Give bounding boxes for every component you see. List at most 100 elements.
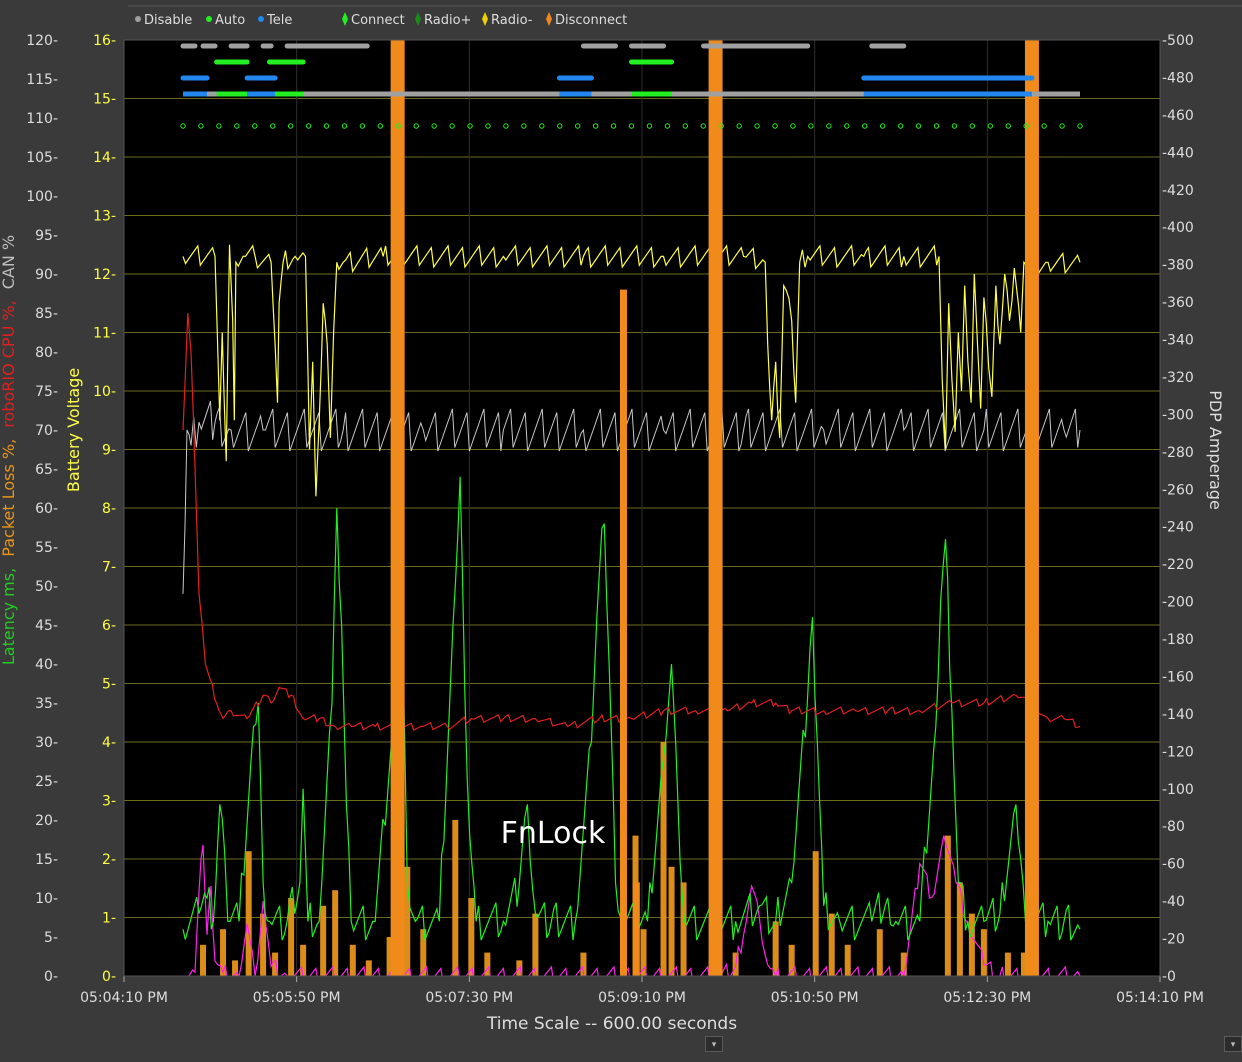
left-outer-tick-label: 5-: [44, 930, 58, 946]
left-outer-tick-label: 20-: [35, 813, 58, 829]
left-outer-tick-label: 105-: [26, 150, 58, 166]
right-tick-label: -180: [1162, 632, 1194, 648]
packet-loss-bar: [245, 851, 252, 976]
packet-loss-bar: [365, 960, 372, 976]
right-tick-label: -340: [1162, 333, 1194, 349]
left-outer-tick-label: 30-: [35, 735, 58, 751]
left-outer-tick-label: 15-: [35, 852, 58, 868]
legend-dot-marker: [258, 16, 264, 22]
packet-loss-bar: [200, 944, 207, 976]
left-outer-tick-label: 10-: [35, 891, 58, 907]
x-tick-label: 05:09:10 PM: [598, 990, 686, 1006]
packet-loss-bar: [968, 913, 975, 976]
packet-loss-axis-label: Packet Loss %,: [0, 439, 18, 557]
right-tick-label: -20: [1162, 932, 1185, 948]
right-tick-label: -500: [1162, 33, 1194, 49]
x-tick-label: 05:04:10 PM: [80, 990, 168, 1006]
right-tick-label: -120: [1162, 744, 1194, 760]
battery-voltage-axis-title: Battery Voltage: [64, 368, 83, 492]
left-outer-tick-label: 80-: [35, 345, 58, 361]
battery-tick-label: 8-: [102, 501, 116, 517]
overlay-fnlock-label: FnLock: [501, 816, 606, 851]
right-tick-label: -140: [1162, 707, 1194, 723]
right-tick-label: -40: [1162, 894, 1185, 910]
right-tick-label: -220: [1162, 557, 1194, 573]
x-tick-label: 05:10:50 PM: [771, 990, 859, 1006]
left-outer-tick-label: 85-: [35, 306, 58, 322]
legend-item-label: Radio-: [491, 13, 533, 28]
battery-tick-label: 11-: [93, 326, 116, 342]
disconnect-bar: [1024, 40, 1039, 976]
scroll-down-button[interactable]: ▾: [705, 1036, 723, 1052]
left-outer-axis-title: Latency ms, Packet Loss %, roboRIO CPU %…: [0, 235, 18, 665]
legend-item-label: Radio+: [424, 13, 471, 28]
left-outer-tick-label: 40-: [35, 657, 58, 673]
x-tick-label: 05:05:50 PM: [253, 990, 341, 1006]
left-outer-tick-label: 120-: [26, 33, 58, 49]
left-outer-tick-label: 115-: [26, 72, 58, 88]
chart-root: 05:04:10 PM 05:05:50 PM 05:07:30 PM 05:09:1…: [0, 0, 1242, 1062]
battery-tick-label: 14-: [93, 150, 116, 166]
battery-tick-label: 16-: [93, 33, 116, 49]
right-tick-label: -260: [1162, 482, 1194, 498]
right-tick-label: -280: [1162, 445, 1194, 461]
x-axis-title: Time Scale -- 600.00 seconds: [486, 1014, 737, 1034]
packet-loss-bar: [680, 882, 687, 976]
left-outer-tick-label: 35-: [35, 696, 58, 712]
right-tick-label: -80: [1162, 819, 1185, 835]
packet-loss-bar: [532, 913, 539, 976]
x-tick-label: 05:12:30 PM: [943, 990, 1031, 1006]
right-tick-label: -240: [1162, 520, 1194, 536]
legend-dot-marker: [206, 16, 212, 22]
right-tick-label: -200: [1162, 595, 1194, 611]
packet-loss-bar: [812, 851, 819, 976]
latency-axis-label: Latency ms,: [0, 568, 18, 665]
battery-tick-label: 15-: [93, 92, 116, 108]
x-tick-label: 05:14:10 PM: [1116, 990, 1204, 1006]
right-tick-label: -480: [1162, 70, 1194, 86]
battery-tick-label: 2-: [102, 852, 116, 868]
right-tick-label: -420: [1162, 183, 1194, 199]
left-outer-tick-label: 100-: [26, 189, 58, 205]
disconnect-bar: [708, 40, 723, 976]
packet-loss-bar: [1004, 952, 1011, 976]
left-outer-tick-label: 95-: [35, 228, 58, 244]
left-outer-tick-label: 60-: [35, 501, 58, 517]
battery-tick-label: 12-: [93, 267, 116, 283]
legend-item-label: Tele: [266, 13, 292, 28]
right-tick-label: -400: [1162, 220, 1194, 236]
left-outer-tick-label: 0-: [44, 969, 58, 985]
packet-loss-bar: [320, 905, 327, 976]
right-tick-label: -460: [1162, 108, 1194, 124]
right-tick-label: -60: [1162, 857, 1185, 873]
right-tick-label: -360: [1162, 295, 1194, 311]
packet-loss-bar: [772, 921, 779, 976]
disconnect-bar: [390, 40, 405, 976]
left-outer-tick-label: 50-: [35, 579, 58, 595]
right-tick-label: -0: [1162, 969, 1176, 985]
right-tick-label: -380: [1162, 258, 1194, 274]
packet-loss-bar: [349, 944, 356, 976]
right-tick-label: -320: [1162, 370, 1194, 386]
right-tick-label: -160: [1162, 669, 1194, 685]
x-tick-label: 05:07:30 PM: [425, 990, 513, 1006]
legend-item-label: Auto: [215, 13, 245, 28]
battery-tick-label: 5-: [102, 677, 116, 693]
packet-loss-bar: [876, 929, 883, 976]
packet-loss-spike-bar: [619, 289, 627, 976]
left-outer-tick-label: 90-: [35, 267, 58, 283]
battery-tick-label: 0-: [102, 969, 116, 985]
battery-tick-label: 3-: [102, 794, 116, 810]
legend-item-label: Disable: [144, 13, 192, 28]
packet-loss-bar: [956, 882, 963, 976]
left-outer-tick-label: 65-: [35, 462, 58, 478]
pdp-amperage-axis-title: PDP Amperage: [1206, 390, 1225, 510]
battery-tick-label: 7-: [102, 560, 116, 576]
can-axis-label: CAN %: [0, 235, 18, 289]
left-outer-tick-label: 45-: [35, 618, 58, 634]
legend-item-label: Disconnect: [555, 13, 627, 28]
battery-tick-label: 13-: [93, 209, 116, 225]
corner-scroll-button[interactable]: ▾: [1224, 1036, 1242, 1052]
right-tick-label: -300: [1162, 407, 1194, 423]
battery-tick-label: 1-: [102, 911, 116, 927]
